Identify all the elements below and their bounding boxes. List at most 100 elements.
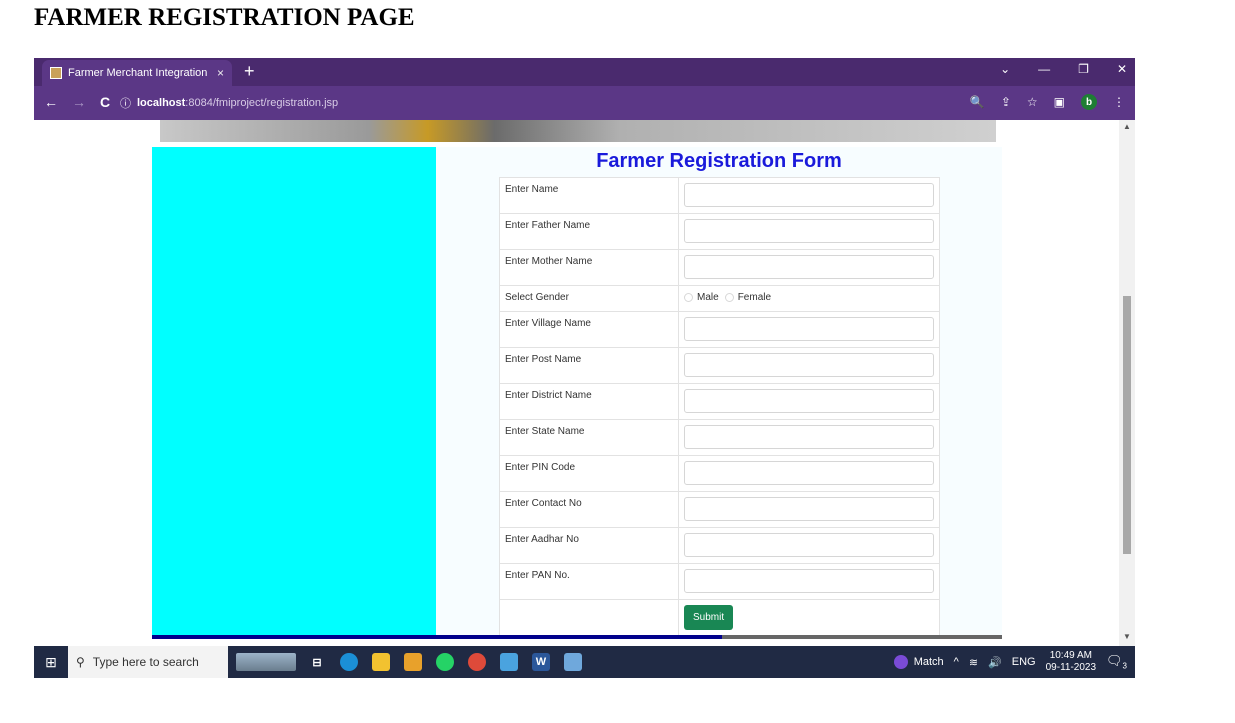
browser-window: Farmer Merchant Integration × + ⌄ — ❐ ✕ … xyxy=(34,58,1135,678)
notification-icon[interactable]: 🗨3 xyxy=(1106,653,1127,671)
form-row: Enter State Name xyxy=(499,419,940,456)
form-row: Enter District Name xyxy=(499,383,940,420)
match-widget[interactable]: Match xyxy=(893,655,944,669)
gender-female-label: Female xyxy=(737,292,772,303)
gender-female-radio[interactable] xyxy=(724,293,734,302)
registration-form: Farmer Registration Form Enter Name Ente… xyxy=(436,147,1002,637)
new-tab-button[interactable]: + xyxy=(244,62,255,80)
menu-icon[interactable]: ⋮ xyxy=(1113,95,1125,109)
pan-no-input[interactable] xyxy=(684,569,934,593)
contact-no-input[interactable] xyxy=(684,497,934,521)
restore-button[interactable]: ❐ xyxy=(1078,62,1089,76)
clock-date: 09-11-2023 xyxy=(1045,662,1097,673)
form-row: Select Gender Male Female xyxy=(499,285,940,312)
vertical-scrollbar[interactable]: ▲ ▼ xyxy=(1119,120,1135,678)
page-viewport: Farmer Registration Form Enter Name Ente… xyxy=(34,120,1135,678)
form-row: Enter Post Name xyxy=(499,347,940,384)
file-explorer-icon[interactable] xyxy=(372,653,390,671)
page-progress-fill xyxy=(152,635,722,639)
form-row: Enter Father Name xyxy=(499,213,940,250)
search-highlight-image[interactable] xyxy=(236,653,296,671)
scroll-down-icon[interactable]: ▼ xyxy=(1123,632,1131,641)
clock[interactable]: 10:49 AM 09-11-2023 xyxy=(1046,650,1096,674)
name-input[interactable] xyxy=(684,183,934,207)
tab-close-icon[interactable]: × xyxy=(217,66,224,80)
virtualbox-icon[interactable] xyxy=(564,653,582,671)
favicon-icon xyxy=(50,67,62,79)
volume-icon[interactable]: 🔊 xyxy=(988,656,1002,669)
form-table: Enter Name Enter Father Name Enter Mothe… xyxy=(499,177,940,637)
form-row: Enter PAN No. xyxy=(499,563,940,600)
address-bar: ← → C ⓘ localhost:8084/fmiproject/regist… xyxy=(34,86,1135,120)
browser-tab[interactable]: Farmer Merchant Integration × xyxy=(42,60,232,86)
share-icon[interactable]: ⇪ xyxy=(1001,95,1011,109)
field-label: Enter Village Name xyxy=(499,311,679,348)
store-icon[interactable] xyxy=(404,653,422,671)
form-row: Submit xyxy=(499,599,940,637)
submit-button[interactable]: Submit xyxy=(684,605,734,630)
language-indicator[interactable]: ENG xyxy=(1012,656,1036,668)
district-name-input[interactable] xyxy=(684,389,934,413)
post-name-input[interactable] xyxy=(684,353,934,377)
gender-male-radio[interactable] xyxy=(684,293,693,302)
back-icon[interactable]: ← xyxy=(44,94,58,110)
wifi-icon[interactable]: ≋ xyxy=(969,656,978,669)
mother-name-input[interactable] xyxy=(684,255,934,279)
father-name-input[interactable] xyxy=(684,219,934,243)
whatsapp-icon[interactable] xyxy=(436,653,454,671)
form-row: Enter Contact No xyxy=(499,491,940,528)
match-label: Match xyxy=(913,656,944,668)
field-label: Enter Post Name xyxy=(499,347,679,384)
scroll-up-icon[interactable]: ▲ xyxy=(1123,122,1131,131)
word-icon[interactable]: W xyxy=(532,653,550,671)
form-row: Enter PIN Code xyxy=(499,455,940,492)
field-label: Enter PIN Code xyxy=(499,455,679,492)
taskbar-search-input[interactable]: ⚲ Type here to search xyxy=(68,646,228,678)
bookmark-star-icon[interactable]: ☆ xyxy=(1027,95,1038,109)
page-progress-bar xyxy=(152,635,1002,639)
clock-time: 10:49 AM xyxy=(1049,650,1092,661)
profile-avatar[interactable]: b xyxy=(1081,94,1097,110)
remote-desktop-icon[interactable] xyxy=(500,653,518,671)
windows-start-icon[interactable]: ⊞ xyxy=(34,654,68,671)
pin-code-input[interactable] xyxy=(684,461,934,485)
scroll-thumb[interactable] xyxy=(1123,296,1131,554)
notification-count: 3 xyxy=(1122,661,1127,671)
minimize-button[interactable]: — xyxy=(1038,62,1050,76)
state-name-input[interactable] xyxy=(684,425,934,449)
field-label: Enter Father Name xyxy=(499,213,679,250)
edge-icon[interactable] xyxy=(340,653,358,671)
tab-title: Farmer Merchant Integration xyxy=(68,67,208,79)
search-placeholder: Type here to search xyxy=(92,655,199,669)
tab-bar: Farmer Merchant Integration × + ⌄ — ❐ ✕ xyxy=(34,58,1135,86)
form-title: Farmer Registration Form xyxy=(596,150,842,172)
site-info-icon[interactable]: ⓘ xyxy=(120,95,131,111)
field-label: Enter Name xyxy=(499,177,679,214)
cyan-side-panel xyxy=(152,147,436,635)
banner-image xyxy=(160,120,996,142)
chevron-up-icon[interactable]: ^ xyxy=(954,656,959,668)
nav-buttons: ← → C xyxy=(44,94,110,110)
forward-icon[interactable]: → xyxy=(72,94,86,110)
field-label: Enter PAN No. xyxy=(499,563,679,600)
village-name-input[interactable] xyxy=(684,317,934,341)
close-window-button[interactable]: ✕ xyxy=(1117,62,1127,76)
task-view-icon[interactable]: ⊟ xyxy=(308,653,326,671)
url-path: :8084/fmiproject/registration.jsp xyxy=(185,97,339,109)
zoom-icon[interactable]: 🔍 xyxy=(970,95,985,109)
tab-search-icon[interactable]: ⌄ xyxy=(1000,62,1010,76)
url-host: localhost xyxy=(137,97,186,109)
system-tray: Match ^ ≋ 🔊 ENG 10:49 AM 09-11-2023 🗨3 xyxy=(893,650,1135,674)
field-label: Enter District Name xyxy=(499,383,679,420)
window-controls: ⌄ — ❐ ✕ xyxy=(1000,62,1127,76)
aadhar-no-input[interactable] xyxy=(684,533,934,557)
field-label: Enter State Name xyxy=(499,419,679,456)
form-row: Enter Name xyxy=(499,177,940,214)
taskbar: ⊞ ⚲ Type here to search ⊟ W Match ^ ≋ 🔊 … xyxy=(34,646,1135,678)
browser-toolbar: 🔍 ⇪ ☆ ▣ b ⋮ xyxy=(970,94,1125,110)
side-panel-icon[interactable]: ▣ xyxy=(1054,95,1065,109)
reload-icon[interactable]: C xyxy=(100,94,110,110)
search-icon: ⚲ xyxy=(76,655,85,669)
gender-male-label: Male xyxy=(697,292,719,303)
chrome-icon[interactable] xyxy=(468,653,486,671)
